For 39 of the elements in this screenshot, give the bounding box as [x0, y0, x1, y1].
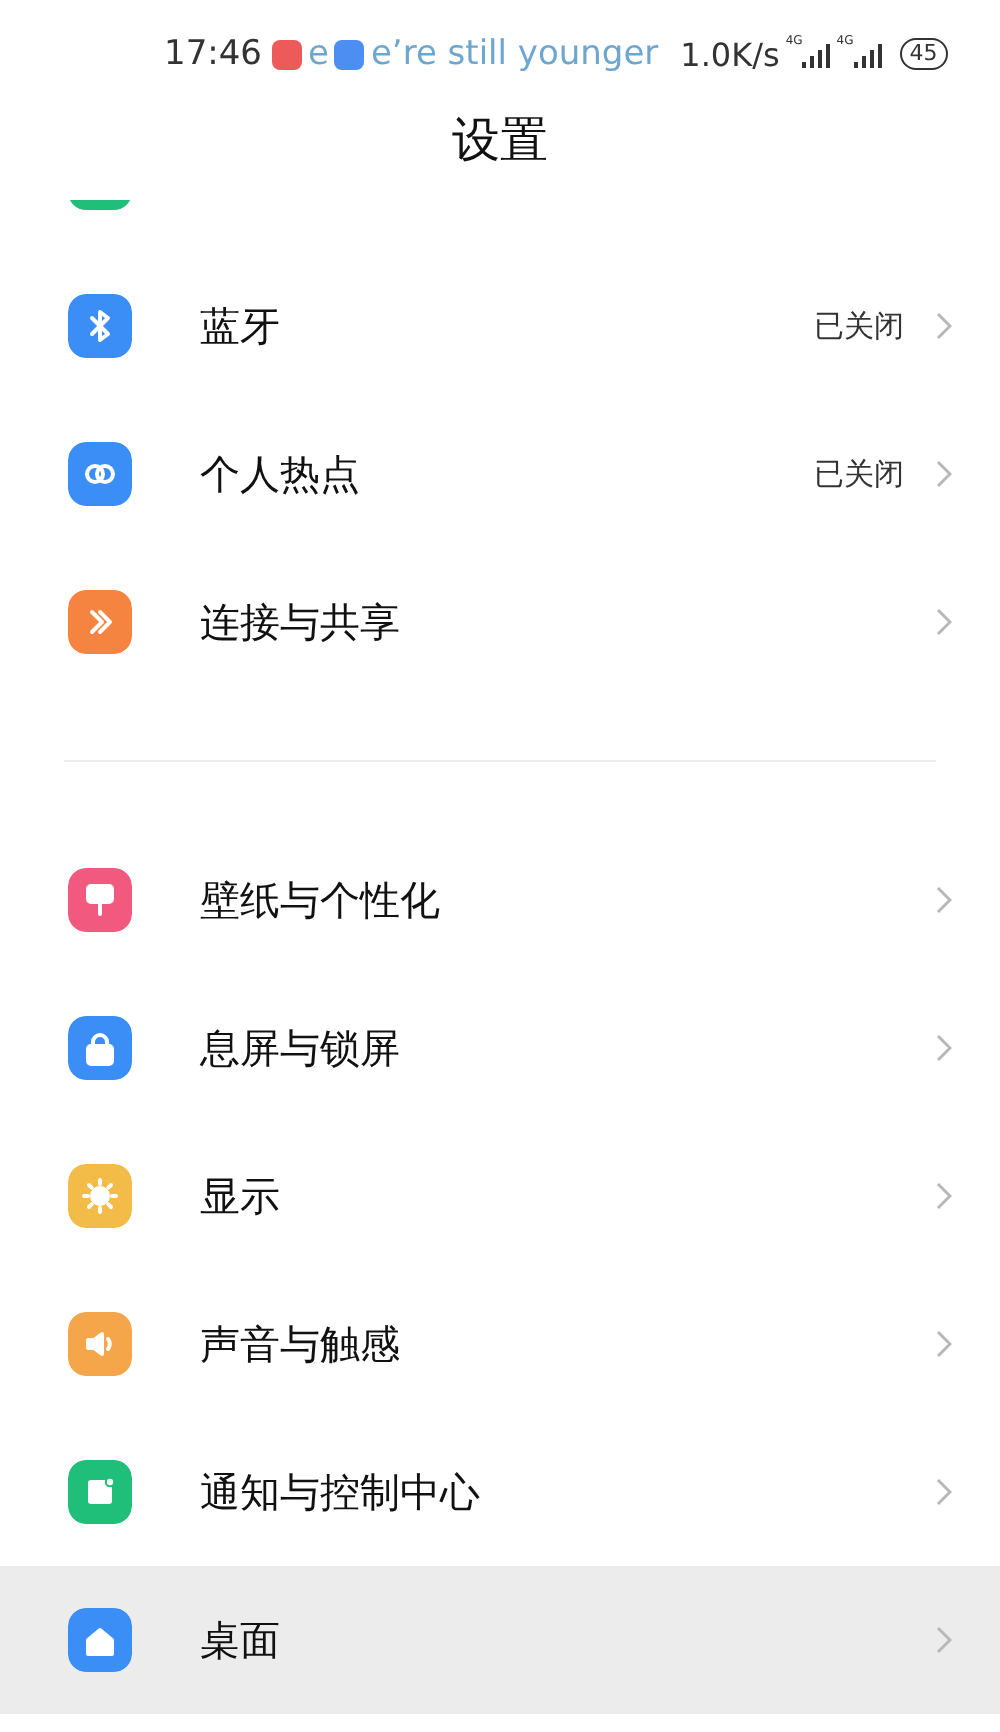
row-label: 壁纸与个性化 — [200, 873, 442, 927]
chevron-icon — [936, 1034, 952, 1062]
settings-row[interactable]: 个人热点 已关闭 — [0, 400, 1000, 548]
row-label: 蓝牙 — [200, 299, 282, 353]
chevron-icon — [936, 460, 952, 488]
row-label: 连接与共享 — [200, 595, 402, 649]
settings-row[interactable]: 声音与触感 — [0, 1270, 1000, 1418]
page-title: 设置 — [452, 110, 548, 172]
settings-row[interactable]: 显示 — [0, 1122, 1000, 1270]
battery-icon: 45 — [899, 38, 948, 70]
chevron-icon — [936, 312, 952, 340]
chevron-icon — [936, 1182, 952, 1210]
row-label: 个人热点 — [200, 447, 362, 501]
row-label: 息屏与锁屏 — [200, 1021, 402, 1075]
app-badge-icon — [272, 39, 302, 69]
settings-row[interactable]: 通知与控制中心 — [0, 1418, 1000, 1566]
status-time: 17:46 — [164, 34, 262, 74]
ticker-text: e — [308, 34, 329, 74]
settings-row[interactable]: 桌面 — [0, 1566, 1000, 1714]
settings-row[interactable]: 连接与共享 — [0, 548, 1000, 696]
chevron-icon — [936, 886, 952, 914]
signal-icon — [853, 44, 882, 68]
row-value: 已关闭 — [814, 455, 904, 493]
settings-row[interactable]: 壁纸与个性化 — [0, 826, 1000, 974]
signal-icon — [802, 44, 831, 68]
chevron-icon — [936, 1478, 952, 1506]
row-label: 通知与控制中心 — [200, 1465, 482, 1519]
row-label: 显示 — [200, 1169, 282, 1223]
app-badge-icon — [334, 39, 365, 69]
ticker-text: e’re still younger — [370, 34, 659, 74]
chevron-icon — [936, 1626, 952, 1654]
chevron-icon — [936, 1330, 952, 1358]
chevron-icon — [936, 608, 952, 636]
settings-row[interactable]: 息屏与锁屏 — [0, 974, 1000, 1122]
row-value: 已关闭 — [814, 307, 904, 345]
network-speed: 1.0K/s — [680, 35, 780, 73]
row-label: 桌面 — [200, 1613, 282, 1667]
settings-row[interactable]: 蓝牙 已关闭 — [0, 252, 1000, 400]
row-label: 声音与触感 — [200, 1317, 402, 1371]
